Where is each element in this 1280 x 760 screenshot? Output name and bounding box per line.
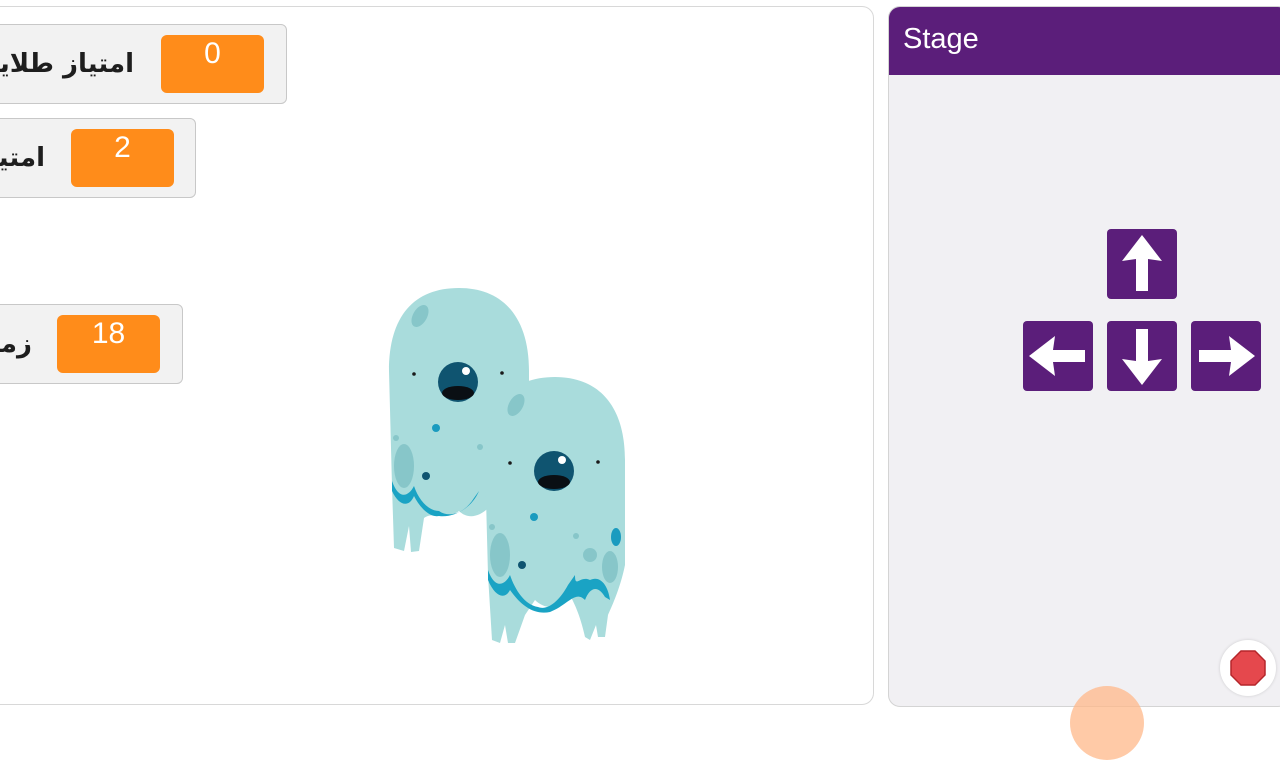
monitor-label: امتیاز طلایی xyxy=(0,49,134,79)
variable-monitor-time: زمان 18 xyxy=(0,304,183,384)
monitor-label: امتیاز xyxy=(0,143,45,173)
monitor-value: 2 xyxy=(71,129,174,187)
stop-button[interactable] xyxy=(1220,640,1276,696)
ghost-monster-sprite[interactable] xyxy=(480,375,630,650)
right-arrow-button[interactable] xyxy=(1191,321,1261,391)
right-arrow-icon xyxy=(1199,336,1255,376)
down-arrow-button[interactable] xyxy=(1107,321,1177,391)
variable-monitor-gold-score: امتیاز طلایی 0 xyxy=(0,24,287,104)
monitor-value: 18 xyxy=(57,315,160,373)
stop-icon xyxy=(1230,650,1266,686)
variable-monitor-score: امتیاز 2 xyxy=(0,118,196,198)
up-arrow-icon xyxy=(1122,235,1162,291)
left-arrow-button[interactable] xyxy=(1023,321,1093,391)
monitor-value: 0 xyxy=(161,35,264,93)
left-arrow-icon xyxy=(1029,336,1085,376)
stage-panel-header: Stage xyxy=(889,7,1280,75)
up-arrow-button[interactable] xyxy=(1107,229,1177,299)
touch-indicator xyxy=(1070,686,1144,760)
down-arrow-icon xyxy=(1122,329,1162,385)
monitor-label: زمان xyxy=(0,329,32,359)
panel-title: Stage xyxy=(903,23,979,55)
